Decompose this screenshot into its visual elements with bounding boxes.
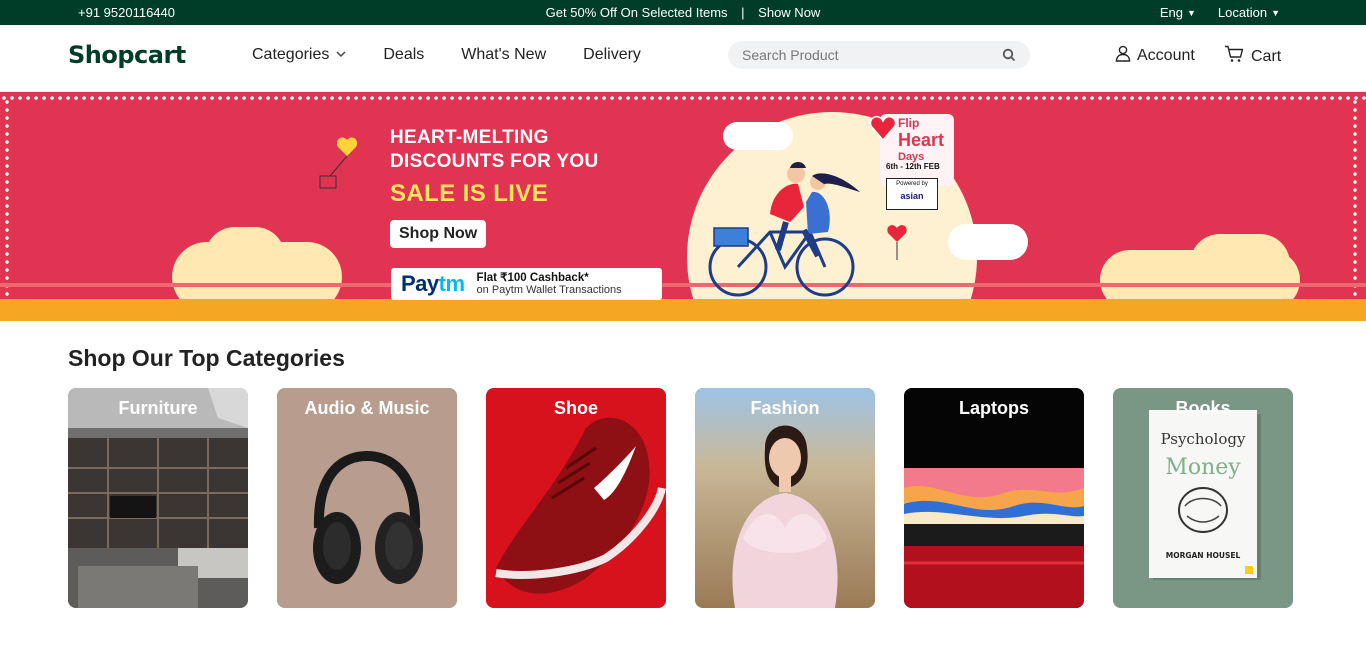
category-card-fashion[interactable]: Fashion	[695, 388, 875, 608]
book-image: Psychology Money MORGAN HOUSEL	[1113, 388, 1293, 608]
search-input[interactable]	[742, 47, 1002, 63]
sale-dates: 6th - 12th FEB	[886, 162, 940, 171]
main-header: Shopcart Categories Deals What's New Del…	[0, 25, 1366, 92]
search-bar	[728, 41, 1030, 69]
location-label: Location	[1217, 5, 1268, 20]
sponsor-badge: Powered by asian	[886, 178, 938, 210]
flip-heart-days-logo: Flip Heart Days	[898, 116, 944, 163]
banner-fence	[0, 283, 1366, 299]
paytm-offer-sub: on Paytm Wallet Transactions	[476, 284, 622, 296]
banner-cloud	[948, 224, 1028, 260]
category-card-furniture[interactable]: Furniture	[68, 388, 248, 608]
nav-categories[interactable]: Categories	[252, 46, 346, 64]
category-card-shoe[interactable]: Shoe	[486, 388, 666, 608]
chevron-down-icon	[336, 50, 346, 61]
main-nav: Categories Deals What's New Delivery	[252, 46, 641, 64]
paytm-offer: Paytm Flat ₹100 Cashback* on Paytm Walle…	[391, 268, 662, 300]
promo-separator: |	[741, 5, 745, 20]
nav-delivery[interactable]: Delivery	[583, 46, 641, 64]
svg-text:Psychology: Psychology	[1161, 430, 1246, 448]
paytm-logo-b: tm	[438, 271, 465, 296]
banner-headline-line2: DISCOUNTS FOR YOU	[390, 151, 599, 172]
heart-balloon-icon	[319, 137, 358, 189]
flip-line1: Flip	[898, 116, 920, 130]
shoe-image	[486, 388, 666, 608]
headphones-image	[277, 388, 457, 608]
powered-by-label: Powered by	[896, 181, 928, 187]
paytm-logo-a: Pay	[401, 271, 439, 296]
banner-cloud	[723, 122, 793, 150]
category-cards: Furniture Audio & Music Shoe Fashion Lap…	[68, 388, 1293, 608]
svg-text:Money: Money	[1165, 455, 1241, 480]
promo-text: Get 50% Off On Selected Items	[545, 5, 728, 20]
search-icon[interactable]	[1002, 48, 1016, 62]
chevron-down-icon: ▼	[1271, 8, 1280, 18]
chevron-down-icon: ▼	[1187, 8, 1196, 18]
sponsor-name: asian	[900, 191, 924, 201]
category-label: Laptops	[959, 398, 1029, 418]
promo-link[interactable]: Show Now	[758, 5, 820, 20]
cart-label: Cart	[1251, 47, 1282, 65]
banner-headline-line1: HEART-MELTING	[390, 127, 549, 148]
top-bar: +91 9520116440 Get 50% Off On Selected I…	[0, 0, 1366, 25]
cart-link[interactable]: Cart	[1224, 45, 1281, 68]
paytm-offer-title: Flat ₹100 Cashback*	[476, 272, 589, 284]
banner-headline: HEART-MELTING DISCOUNTS FOR YOU	[390, 126, 599, 174]
category-card-audio-music[interactable]: Audio & Music	[277, 388, 457, 608]
banner-border-dots	[0, 95, 1366, 101]
account-link[interactable]: Account	[1115, 45, 1195, 67]
category-label: Books	[1175, 398, 1231, 418]
banner-sale-text: SALE IS LIVE	[390, 180, 549, 207]
paytm-logo: Paytm	[401, 271, 465, 297]
fashion-image	[695, 388, 875, 608]
laptop-image	[904, 388, 1084, 608]
language-selector[interactable]: Eng ▼	[1160, 5, 1196, 20]
user-icon	[1115, 45, 1131, 67]
promo-banner[interactable]: HEART-MELTING DISCOUNTS FOR YOU SALE IS …	[0, 92, 1366, 321]
heart-icon	[869, 115, 897, 142]
banner-ground	[0, 299, 1366, 321]
section-title: Shop Our Top Categories	[68, 345, 345, 371]
account-label: Account	[1137, 47, 1195, 64]
svg-text:MORGAN HOUSEL: MORGAN HOUSEL	[1166, 551, 1241, 560]
nav-whats-new[interactable]: What's New	[461, 46, 546, 64]
category-label: Fashion	[750, 398, 820, 418]
heart-balloon-icon	[887, 225, 907, 260]
bicycle-couple-illustration	[708, 162, 860, 297]
category-label: Audio & Music	[304, 398, 430, 418]
cart-icon	[1224, 45, 1244, 68]
furniture-image	[68, 388, 248, 608]
shop-now-button[interactable]: Shop Now	[390, 220, 487, 248]
banner-cloud	[205, 227, 285, 287]
nav-categories-label: Categories	[252, 46, 330, 63]
category-label: Shoe	[553, 398, 598, 418]
nav-deals[interactable]: Deals	[383, 46, 424, 64]
category-card-laptops[interactable]: Laptops	[904, 388, 1084, 608]
category-card-books[interactable]: Psychology Money MORGAN HOUSEL Books	[1113, 388, 1293, 608]
site-logo[interactable]: Shopcart	[68, 41, 186, 69]
flip-line2: Heart	[898, 130, 945, 150]
location-selector[interactable]: Location ▼	[1218, 5, 1280, 20]
language-label: Eng	[1159, 5, 1183, 20]
category-label: Furniture	[118, 398, 198, 418]
